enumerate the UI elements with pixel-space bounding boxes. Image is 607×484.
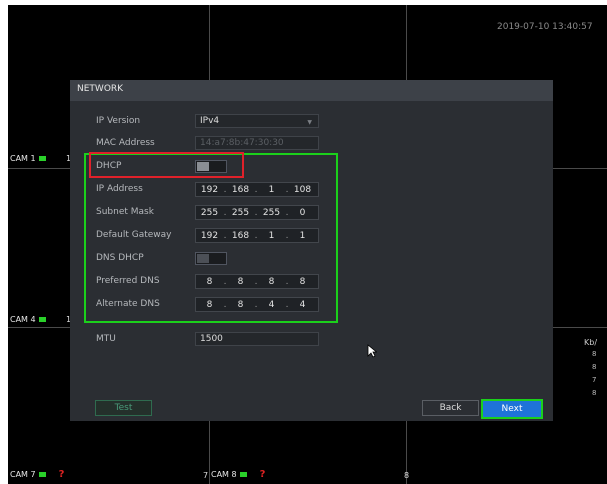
mtu-input[interactable]: 1500 (195, 332, 319, 346)
ip-version-label: IP Version (96, 116, 141, 126)
system-timestamp: 2019-07-10 13:40:57 (497, 22, 593, 32)
ip-version-row: IP Version IPv4 ▼ (70, 113, 553, 131)
camera-label-1[interactable]: CAM 1 (10, 154, 46, 163)
camera-name: CAM 7 (10, 470, 36, 479)
channel-digit: 8 (404, 471, 410, 480)
recording-icon (38, 317, 46, 322)
ip-version-value: IPv4 (200, 116, 220, 126)
bandwidth-value: 7 (592, 376, 597, 384)
dialog-title: NETWORK (77, 84, 124, 94)
bandwidth-unit: Kb/ (584, 338, 598, 347)
recording-icon (38, 156, 46, 161)
bandwidth-value: 8 (592, 350, 597, 358)
dhcp-highlight (89, 152, 244, 178)
next-button[interactable]: Next (481, 399, 543, 419)
no-signal-icon: ? (58, 469, 65, 480)
dialog-header: NETWORK (70, 80, 553, 101)
mtu-label: MTU (96, 334, 116, 344)
mtu-row: MTU 1500 (70, 331, 553, 349)
mac-address-field: 14:a7:8b:47:30:30 (195, 136, 319, 150)
bandwidth-value: 8 (592, 389, 597, 397)
recording-icon (239, 472, 247, 477)
mouse-cursor-icon (367, 344, 377, 358)
test-button[interactable]: Test (95, 400, 152, 416)
back-button[interactable]: Back (422, 400, 479, 416)
chevron-down-icon: ▼ (307, 119, 312, 126)
camera-label-7[interactable]: CAM 7 ? (10, 469, 64, 480)
static-ip-highlight (84, 153, 338, 323)
grid-divider (8, 168, 70, 169)
grid-divider (8, 327, 70, 328)
no-signal-icon: ? (259, 469, 266, 480)
bandwidth-value: 8 (592, 363, 597, 371)
mac-address-label: MAC Address (96, 138, 155, 148)
camera-name: CAM 1 (10, 154, 36, 163)
camera-name: CAM 8 (211, 470, 237, 479)
grid-divider (209, 421, 210, 484)
mac-address-row: MAC Address 14:a7:8b:47:30:30 (70, 135, 553, 153)
recording-icon (38, 472, 46, 477)
channel-digit: 7 (203, 471, 209, 480)
camera-name: CAM 4 (10, 315, 36, 324)
camera-label-4[interactable]: CAM 4 (10, 315, 46, 324)
grid-divider (553, 168, 607, 169)
ip-version-select[interactable]: IPv4 ▼ (195, 114, 319, 128)
grid-divider (406, 5, 407, 80)
grid-divider (553, 327, 607, 328)
camera-label-8[interactable]: CAM 8 ? (211, 469, 265, 480)
grid-divider (209, 5, 210, 80)
